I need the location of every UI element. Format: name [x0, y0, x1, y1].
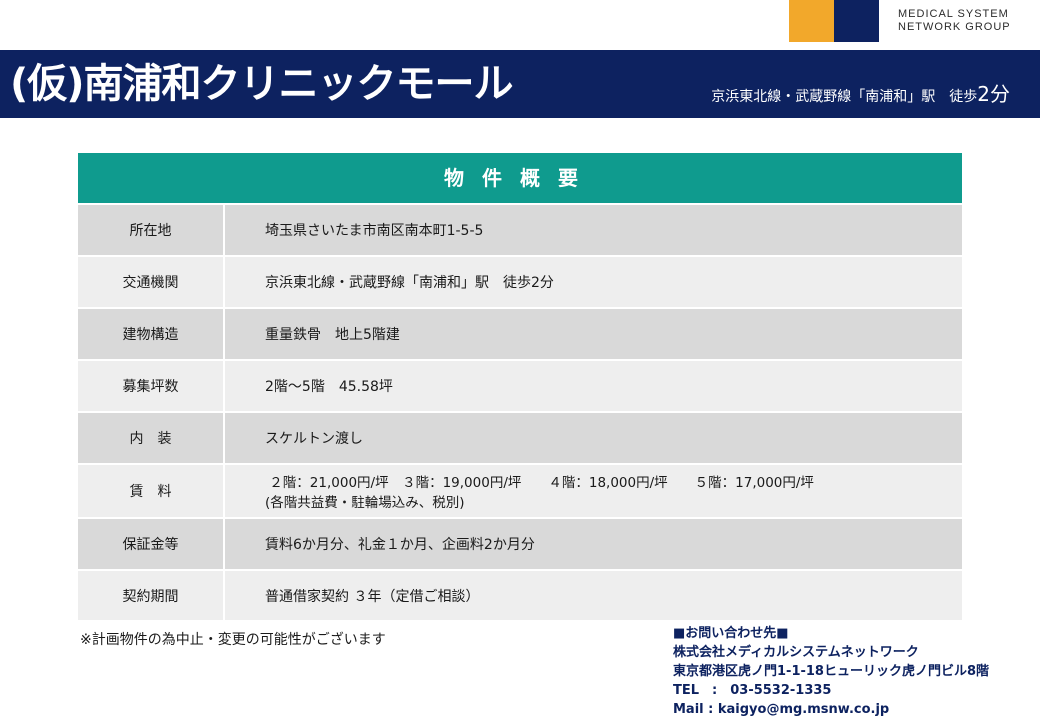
logo-orange-block [789, 0, 834, 42]
row-value: ２階：21,000円/坪 ３階：19,000円/坪 ４階：18,000円/坪 ５… [225, 465, 962, 517]
row-value: スケルトン渡し [225, 413, 962, 463]
row-label: 所在地 [78, 205, 225, 255]
table-row: 所在地 埼玉県さいたま市南区南本町1-5-5 [78, 203, 962, 255]
access-text: 京浜東北線・武蔵野線「南浦和」駅 徒歩 [711, 89, 978, 105]
logo-navy-block [834, 0, 879, 42]
row-value-text: 埼玉県さいたま市南区南本町1-5-5 [265, 223, 484, 239]
contact-address: 東京都港区虎ノ門1-1-18ヒューリック虎ノ門ビル8階 [673, 664, 990, 679]
table-row: 建物構造 重量鉄骨 地上5階建 [78, 307, 962, 359]
row-label: 契約期間 [78, 571, 225, 620]
contact-tel: TEL : 03-5532-1335 [673, 683, 832, 698]
row-value-text: ２階：21,000円/坪 ３階：19,000円/坪 ４階：18,000円/坪 ５… [265, 475, 814, 491]
row-label: 募集坪数 [78, 361, 225, 411]
row-label: 保証金等 [78, 519, 225, 569]
row-value-text: 普通借家契約 ３年（定借ご相談） [265, 588, 480, 605]
table-row: 内 装 スケルトン渡し [78, 411, 962, 463]
table-heading: 物件概要 [78, 153, 962, 203]
row-value: 埼玉県さいたま市南区南本町1-5-5 [225, 205, 962, 255]
row-label: 賃 料 [78, 465, 225, 517]
table-row: 保証金等 賃料6か月分、礼金１か月、企画料2か月分 [78, 517, 962, 569]
title-banner: (仮)南浦和クリニックモール 京浜東北線・武蔵野線「南浦和」駅 徒歩2分 [0, 50, 1040, 118]
row-value-text: 重量鉄骨 地上5階建 [265, 327, 400, 343]
table-row: 賃 料 ２階：21,000円/坪 ３階：19,000円/坪 ４階：18,000円… [78, 463, 962, 517]
access-minutes: 2分 [977, 82, 1010, 106]
row-value: 普通借家契約 ３年（定借ご相談） [225, 571, 962, 620]
disclaimer-note: ※計画物件の為中止・変更の可能性がございます [80, 632, 386, 648]
company-logo-text: MEDICAL SYSTEM NETWORK GROUP [898, 8, 1011, 34]
row-value: 賃料6か月分、礼金１か月、企画料2か月分 [225, 519, 962, 569]
contact-block: ■お問い合わせ先■ 株式会社メディカルシステムネットワーク 東京都港区虎ノ門1-… [673, 624, 989, 719]
row-value-note: (各階共益費・駐輪場込み、税別) [265, 495, 465, 511]
table-row: 交通機関 京浜東北線・武蔵野線「南浦和」駅 徒歩2分 [78, 255, 962, 307]
row-value-text: 賃料6か月分、礼金１か月、企画料2か月分 [265, 537, 535, 553]
property-title: (仮)南浦和クリニックモール [10, 61, 514, 107]
row-value: 京浜東北線・武蔵野線「南浦和」駅 徒歩2分 [225, 257, 962, 307]
station-access: 京浜東北線・武蔵野線「南浦和」駅 徒歩2分 [711, 78, 1010, 107]
row-label: 内 装 [78, 413, 225, 463]
row-value: 重量鉄骨 地上5階建 [225, 309, 962, 359]
row-value-text: 2階～5階 45.58坪 [265, 379, 393, 395]
row-value-text: スケルトン渡し [265, 431, 363, 447]
property-summary-table: 物件概要 所在地 埼玉県さいたま市南区南本町1-5-5 交通機関 京浜東北線・武… [78, 153, 962, 620]
logo-line-2: NETWORK GROUP [898, 21, 1011, 33]
table-row: 契約期間 普通借家契約 ３年（定借ご相談） [78, 569, 962, 620]
contact-heading: ■お問い合わせ先■ [673, 626, 789, 641]
row-label: 交通機関 [78, 257, 225, 307]
row-label: 建物構造 [78, 309, 225, 359]
contact-company: 株式会社メディカルシステムネットワーク [673, 645, 919, 660]
table-row: 募集坪数 2階～5階 45.58坪 [78, 359, 962, 411]
logo-line-1: MEDICAL SYSTEM [898, 8, 1009, 20]
row-value-text: 京浜東北線・武蔵野線「南浦和」駅 徒歩2分 [265, 275, 554, 291]
contact-mail: Mail : kaigyo@mg.msnw.co.jp [673, 702, 890, 717]
row-value: 2階～5階 45.58坪 [225, 361, 962, 411]
